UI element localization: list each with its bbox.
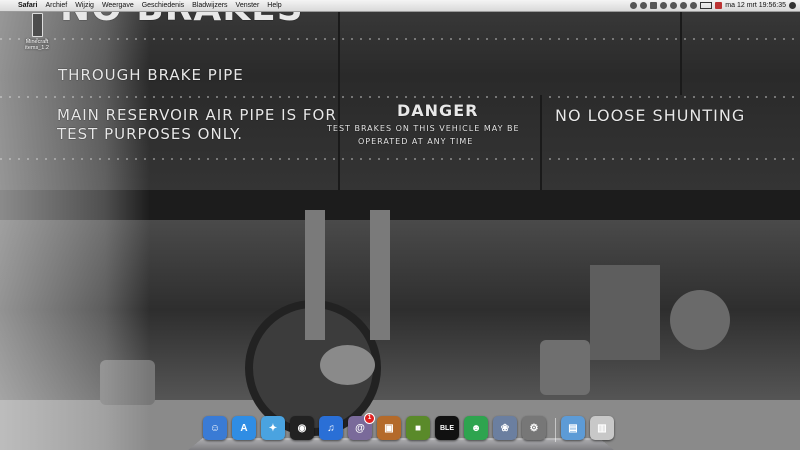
- iphoto-icon[interactable]: ❀: [493, 416, 517, 440]
- finder-glyph: ☺: [209, 422, 221, 434]
- wallpaper-text-danger: DANGER: [397, 101, 479, 120]
- axle-box: [320, 345, 375, 385]
- desktop-file-icon[interactable]: Minecraft items_1.2: [20, 13, 54, 51]
- wifi-icon[interactable]: [680, 2, 688, 9]
- system-preferences-icon[interactable]: ⚙: [522, 416, 546, 440]
- finder-icon[interactable]: ☺: [203, 416, 227, 440]
- minecraft-glyph: ■: [414, 422, 422, 434]
- menu-archief[interactable]: Archief: [41, 0, 71, 11]
- trash-icon[interactable]: ▥: [590, 416, 614, 440]
- trash-glyph: ▥: [597, 422, 607, 434]
- address-book-icon[interactable]: @1: [348, 413, 375, 440]
- dock: ☺ A ✦ ◉ ♫ @1 ▣ ■ BLE ☻ ❀ ⚙ ▤ ▥: [188, 413, 614, 450]
- ble-glyph: BLE: [440, 424, 454, 432]
- battery-icon[interactable]: [700, 2, 713, 9]
- messenger-icon[interactable]: ☻: [464, 416, 488, 440]
- menubar-clock[interactable]: ma 12 mrt 19:56:35: [725, 0, 786, 11]
- brake-cylinder: [590, 265, 660, 360]
- time-machine-icon[interactable]: [630, 2, 638, 9]
- menu-geschiedenis[interactable]: Geschiedenis: [138, 0, 188, 11]
- notification-badge: 1: [364, 413, 375, 424]
- address-book-glyph: @: [355, 422, 365, 434]
- display-icon[interactable]: [650, 2, 658, 9]
- air-reservoir: [670, 290, 730, 350]
- wallpaper-text-reservoir: MAIN RESERVOIR AIR PIPE IS FOR: [57, 106, 337, 124]
- app-store-icon[interactable]: A: [232, 416, 256, 440]
- panel-seam: [540, 95, 542, 190]
- sync-icon[interactable]: [640, 2, 648, 9]
- wallpaper-text-danger-sub1: TEST BRAKES ON THIS VEHICLE MAY BE: [327, 124, 520, 133]
- panel-seam: [338, 0, 340, 190]
- app-store-glyph: A: [240, 422, 248, 434]
- bluetooth-icon[interactable]: [660, 2, 668, 9]
- panel-seam: [680, 0, 682, 95]
- brake-rod: [305, 210, 325, 340]
- clock-status-icon[interactable]: [670, 2, 678, 9]
- volume-icon[interactable]: [690, 2, 698, 9]
- applications-folder-glyph: ▤: [568, 422, 578, 434]
- iphoto-glyph: ❀: [500, 422, 510, 434]
- menu-bar: Safari Archief Wijzig Weergave Geschiede…: [0, 0, 800, 12]
- status-area: ma 12 mrt 19:56:35: [630, 0, 800, 11]
- brake-rod: [370, 210, 390, 340]
- wallpaper-text-danger-sub2: OPERATED AT ANY TIME: [358, 137, 474, 146]
- flag-icon[interactable]: [715, 2, 723, 9]
- itunes-icon[interactable]: ♫: [319, 416, 343, 440]
- preview-glyph: ▣: [384, 422, 394, 434]
- menu-bladwijzers[interactable]: Bladwijzers: [188, 0, 231, 11]
- menu-venster[interactable]: Venster: [232, 0, 264, 11]
- wallpaper-text-brake-pipe: THROUGH BRAKE PIPE: [58, 66, 244, 84]
- dashboard-glyph: ◉: [297, 422, 307, 434]
- buffer-housing: [540, 340, 590, 395]
- menu-weergave[interactable]: Weergave: [98, 0, 138, 11]
- itunes-glyph: ♫: [327, 422, 335, 434]
- menu-wijzig[interactable]: Wijzig: [71, 0, 98, 11]
- dock-separator: [555, 418, 556, 442]
- menu-help[interactable]: Help: [263, 0, 285, 11]
- wallpaper-text-test-purposes: TEST PURPOSES ONLY.: [57, 125, 243, 143]
- desktop-file-label: Minecraft items_1.2: [25, 39, 49, 51]
- ble-icon[interactable]: BLE: [435, 416, 459, 440]
- minecraft-icon[interactable]: ■: [406, 416, 430, 440]
- applications-folder-icon[interactable]: ▤: [561, 416, 585, 440]
- wallpaper-text-no-loose-shunting: NO LOOSE SHUNTING: [555, 106, 746, 125]
- dashboard-icon[interactable]: ◉: [290, 416, 314, 440]
- safari-glyph: ✦: [268, 422, 278, 434]
- desktop-wallpaper: NO BRAKES THROUGH BRAKE PIPE MAIN RESERV…: [0, 0, 800, 450]
- messenger-glyph: ☻: [470, 422, 482, 434]
- safari-icon[interactable]: ✦: [261, 416, 285, 440]
- document-icon: [31, 13, 43, 37]
- app-menu-safari[interactable]: Safari: [14, 0, 41, 11]
- dock-shelf: [188, 438, 614, 450]
- system-preferences-glyph: ⚙: [529, 422, 539, 434]
- spotlight-icon[interactable]: [789, 2, 796, 9]
- preview-icon[interactable]: ▣: [377, 416, 401, 440]
